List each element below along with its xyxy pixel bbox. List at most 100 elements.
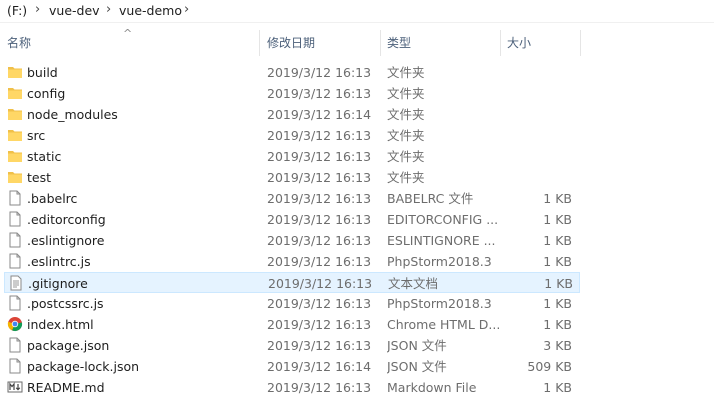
file-name: .eslintignore <box>27 233 105 248</box>
file-name: build <box>27 65 58 80</box>
breadcrumb-separator[interactable]: › <box>184 2 189 17</box>
folder-icon <box>7 85 23 101</box>
file-date: 2019/3/12 16:14 <box>267 359 372 374</box>
file-type: PhpStorm2018.3 <box>387 296 492 311</box>
file-row[interactable]: .babelrc 2019/3/12 16:13 BABELRC 文件 1 KB <box>4 188 580 209</box>
file-row[interactable]: static 2019/3/12 16:13 文件夹 <box>4 146 580 167</box>
file-size <box>500 125 572 146</box>
file-type: 文件夹 <box>387 107 425 122</box>
file-name: package-lock.json <box>27 359 140 374</box>
file-size: 3 KB <box>543 338 572 353</box>
file-date: 2019/3/12 16:13 <box>267 296 372 311</box>
column-divider[interactable] <box>500 30 501 56</box>
file-size: 509 KB <box>527 359 572 374</box>
file-row[interactable]: node_modules 2019/3/12 16:14 文件夹 <box>4 104 580 125</box>
column-header-name[interactable]: 名称 <box>7 30 31 56</box>
file-size <box>500 146 572 167</box>
column-divider[interactable] <box>380 30 381 56</box>
breadcrumb-separator[interactable]: › <box>35 2 40 17</box>
file-row[interactable]: .eslintrc.js 2019/3/12 16:13 PhpStorm2018.… <box>4 251 580 272</box>
file-name: static <box>27 149 62 164</box>
file-row[interactable]: build 2019/3/12 16:13 文件夹 <box>4 62 580 83</box>
file-date: 2019/3/12 16:13 <box>267 254 372 269</box>
file-date: 2019/3/12 16:13 <box>267 338 372 353</box>
breadcrumb-drive[interactable]: (F:) <box>7 3 27 18</box>
column-header: ^ 名称 修改日期 类型 大小 <box>0 27 714 56</box>
file-size <box>500 62 572 83</box>
file-icon <box>7 190 23 206</box>
file-size: 1 KB <box>543 212 572 227</box>
file-size <box>500 104 572 125</box>
file-name: .gitignore <box>28 276 88 291</box>
file-size: 1 KB <box>543 254 572 269</box>
file-type: BABELRC 文件 <box>387 191 474 206</box>
chrome-icon <box>7 316 23 332</box>
file-row[interactable]: .postcssrc.js 2019/3/12 16:13 PhpStorm2018… <box>4 293 580 314</box>
file-name: test <box>27 170 52 185</box>
file-size <box>500 83 572 104</box>
file-icon <box>7 211 23 227</box>
column-header-size[interactable]: 大小 <box>507 30 531 56</box>
file-name: index.html <box>27 317 94 332</box>
column-header-date[interactable]: 修改日期 <box>267 30 315 56</box>
breadcrumb-separator[interactable]: › <box>106 2 111 17</box>
folder-icon <box>7 127 23 143</box>
folder-icon <box>7 106 23 122</box>
file-type: Chrome HTML D... <box>387 317 499 332</box>
file-type: 文件夹 <box>387 65 425 80</box>
file-row[interactable]: README.md 2019/3/12 16:13 Markdown File 1 K… <box>4 377 580 398</box>
file-row[interactable]: package-lock.json 2019/3/12 16:14 JSON 文件 5… <box>4 356 580 377</box>
file-type: Markdown File <box>387 380 477 395</box>
file-type: JSON 文件 <box>387 359 447 374</box>
file-type: 文件夹 <box>387 149 425 164</box>
file-row[interactable]: index.html 2019/3/12 16:13 Chrome HTML D..… <box>4 314 580 335</box>
breadcrumb-vue-dev[interactable]: vue-dev <box>49 3 100 18</box>
file-size: 1 KB <box>543 380 572 395</box>
file-row[interactable]: .eslintignore 2019/3/12 16:13 ESLINTIGNORE… <box>4 230 580 251</box>
column-header-type[interactable]: 类型 <box>387 30 411 56</box>
file-date: 2019/3/12 16:13 <box>267 191 372 206</box>
file-date: 2019/3/12 16:13 <box>268 276 373 291</box>
breadcrumb: (F:) › vue-dev › vue-demo › <box>0 0 714 23</box>
folder-icon <box>7 148 23 164</box>
file-type: JSON 文件 <box>387 338 447 353</box>
folder-icon <box>7 64 23 80</box>
file-size: 1 KB <box>544 276 573 291</box>
file-name: package.json <box>27 338 110 353</box>
file-row[interactable]: .editorconfig 2019/3/12 16:13 EDITORCONFIG… <box>4 209 580 230</box>
column-divider[interactable] <box>259 30 260 56</box>
file-type: PhpStorm2018.3 <box>387 254 492 269</box>
breadcrumb-vue-demo[interactable]: vue-demo <box>119 3 182 18</box>
file-name: .babelrc <box>27 191 78 206</box>
file-date: 2019/3/12 16:13 <box>267 170 372 185</box>
file-date: 2019/3/12 16:14 <box>267 107 372 122</box>
file-type: 文件夹 <box>387 86 425 101</box>
file-icon <box>7 358 23 374</box>
file-row[interactable]: config 2019/3/12 16:13 文件夹 <box>4 83 580 104</box>
file-icon <box>7 232 23 248</box>
file-date: 2019/3/12 16:13 <box>267 317 372 332</box>
file-icon <box>7 253 23 269</box>
file-row[interactable]: test 2019/3/12 16:13 文件夹 <box>4 167 580 188</box>
file-date: 2019/3/12 16:13 <box>267 86 372 101</box>
file-size: 1 KB <box>543 317 572 332</box>
file-type: 文件夹 <box>387 170 425 185</box>
file-icon <box>7 337 23 353</box>
file-type: ESLINTIGNORE ... <box>387 233 496 248</box>
file-name: src <box>27 128 46 143</box>
file-row[interactable]: .gitignore 2019/3/12 16:13 文本文档 1 KB <box>4 272 580 293</box>
file-type: EDITORCONFIG ... <box>387 212 499 227</box>
file-name: node_modules <box>27 107 118 122</box>
markdown-file-icon <box>7 379 23 395</box>
file-name: .editorconfig <box>27 212 106 227</box>
sort-ascending-icon: ^ <box>123 27 133 40</box>
file-size: 1 KB <box>543 191 572 206</box>
file-date: 2019/3/12 16:13 <box>267 128 372 143</box>
file-date: 2019/3/12 16:13 <box>267 65 372 80</box>
folder-icon <box>7 169 23 185</box>
file-row[interactable]: src 2019/3/12 16:13 文件夹 <box>4 125 580 146</box>
file-row[interactable]: package.json 2019/3/12 16:13 JSON 文件 3 KB <box>4 335 580 356</box>
column-divider[interactable] <box>580 30 581 56</box>
file-type: 文本文档 <box>388 276 439 291</box>
file-date: 2019/3/12 16:13 <box>267 149 372 164</box>
